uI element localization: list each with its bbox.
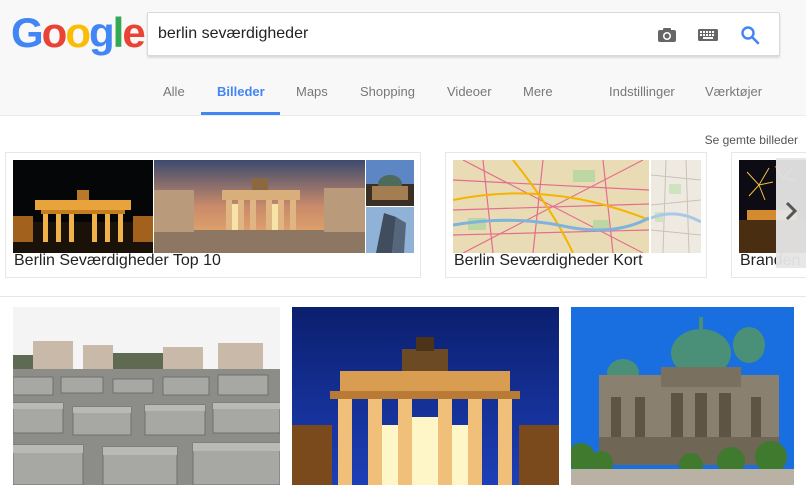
logo-letter: o (41, 9, 68, 56)
tab-videoer[interactable]: Videoer (447, 84, 492, 99)
google-logo[interactable]: Google (11, 9, 146, 56)
tab-shopping[interactable]: Shopping (360, 84, 415, 99)
search-input[interactable]: berlin seværdigheder (147, 12, 780, 56)
brandenburg-sunset-thumbnail (154, 160, 365, 253)
active-tab-indicator (201, 112, 280, 115)
collection-card[interactable]: Berlin Seværdigheder Top 10 (5, 152, 421, 278)
museum-dome-thumbnail (366, 160, 414, 206)
search-query[interactable]: berlin seværdigheder (158, 25, 308, 43)
search-tabs: Alle Billeder Maps Shopping Videoer Mere… (0, 78, 806, 116)
logo-letter: l (112, 9, 125, 56)
section-divider (0, 296, 806, 297)
city-map-thumbnail (453, 160, 649, 253)
saved-images-link[interactable]: Se gemte billeder (705, 133, 798, 147)
camera-icon[interactable] (655, 23, 679, 47)
next-collections-button[interactable] (776, 158, 806, 268)
logo-letter: G (11, 9, 44, 56)
logo-letter: o (65, 9, 91, 56)
tab-indstillinger[interactable]: Indstillinger (609, 84, 675, 99)
tower-thumbnail (366, 207, 414, 253)
brandenburg-gate-photo[interactable] (292, 307, 559, 485)
tab-maps[interactable]: Maps (296, 84, 328, 99)
brandenburg-night-thumbnail (13, 160, 153, 253)
keyboard-icon[interactable] (696, 23, 720, 47)
tab-vaerktoejer[interactable]: Værktøjer (705, 84, 762, 99)
search-header: Google berlin seværdigheder Alle Billede… (0, 0, 806, 116)
map-detail-thumbnail (651, 160, 701, 253)
tab-alle[interactable]: Alle (163, 84, 185, 99)
collection-card[interactable]: Berlin Seværdigheder Kort (445, 152, 707, 278)
logo-letter: g (88, 9, 115, 56)
chevron-right-icon (785, 201, 798, 226)
tab-mere[interactable]: Mere (523, 84, 553, 99)
berlin-cathedral-photo[interactable] (571, 307, 794, 485)
tab-billeder[interactable]: Billeder (217, 84, 265, 99)
collection-title: Berlin Seværdigheder Kort (454, 252, 643, 269)
collection-title: Berlin Seværdigheder Top 10 (14, 252, 221, 269)
holocaust-memorial-photo[interactable] (13, 307, 280, 485)
logo-letter: e (122, 9, 145, 56)
search-icon[interactable] (738, 23, 762, 47)
